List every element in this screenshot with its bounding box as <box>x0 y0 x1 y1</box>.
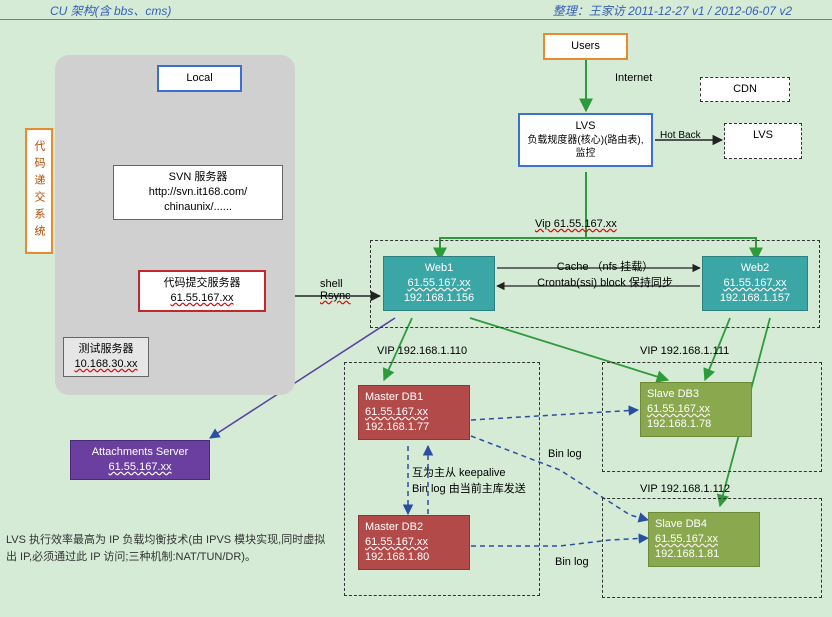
master-db2-box: Master DB2 61.55.167.xx 192.168.1.80 <box>358 515 470 570</box>
binlog2-label: Bin log <box>555 556 589 568</box>
vip-right-top-label: VIP 192.168.1.111 <box>640 345 729 357</box>
page-header: CU 架构(含 bbs、cms) 整理：王家访 2011-12-27 v1 / … <box>0 0 832 20</box>
web1-box: Web1 61.55.167.xx 192.168.1.156 <box>383 256 495 311</box>
commit-server-box: 代码提交服务器 61.55.167.xx <box>138 270 266 312</box>
lvs-main-box: LVS 负载规度器(核心)(路由表), 监控 <box>518 113 653 167</box>
binlog1-label: Bin log <box>548 448 582 460</box>
master-db1-box: Master DB1 61.55.167.xx 192.168.1.77 <box>358 385 470 440</box>
web2-box: Web2 61.55.167.xx 192.168.1.157 <box>702 256 808 311</box>
lvs-backup-box: LVS <box>724 123 802 159</box>
slave-db3-box: Slave DB3 61.55.167.xx 192.168.1.78 <box>640 382 752 437</box>
code-submit-vlabel: 代码递交系统 <box>25 128 53 254</box>
local-box: Local <box>157 65 242 92</box>
header-left: CU 架构(含 bbs、cms) <box>50 4 171 18</box>
header-right: 整理：王家访 2011-12-27 v1 / 2012-06-07 v2 <box>553 2 792 19</box>
internet-label: Internet <box>615 72 652 84</box>
vip-router-label: Vip 61.55.167.xx <box>535 218 617 230</box>
web-mid-labels: Cache （nfs 挂载） Crontab(ssi) block 保持同步 <box>520 258 690 290</box>
keepalive-label: 互为主从 keepalive Bin log 由当前主库发送 <box>412 464 572 496</box>
users-box: Users <box>543 33 628 60</box>
shell-rsync-label: shell Rsync <box>320 278 351 302</box>
vip-right-bot-label: VIP 192.168.1.112 <box>640 483 730 495</box>
svn-box: SVN 服务器 http://svn.it168.com/ chinaunix/… <box>113 165 283 220</box>
cdn-box: CDN <box>700 77 790 102</box>
attachments-box: Attachments Server 61.55.167.xx <box>70 440 210 480</box>
hot-back-label: Hot Back <box>660 130 701 141</box>
slave-db4-box: Slave DB4 61.55.167.xx 192.168.1.81 <box>648 512 760 567</box>
vip-left-label: VIP 192.168.1.110 <box>377 345 467 357</box>
test-server-box: 测试服务器 10.168.30.xx <box>63 337 149 377</box>
lvs-footnote: LVS 执行效率最高为 IP 负载均衡技术(由 IPVS 模块实现,同时虚拟出 … <box>6 532 336 567</box>
